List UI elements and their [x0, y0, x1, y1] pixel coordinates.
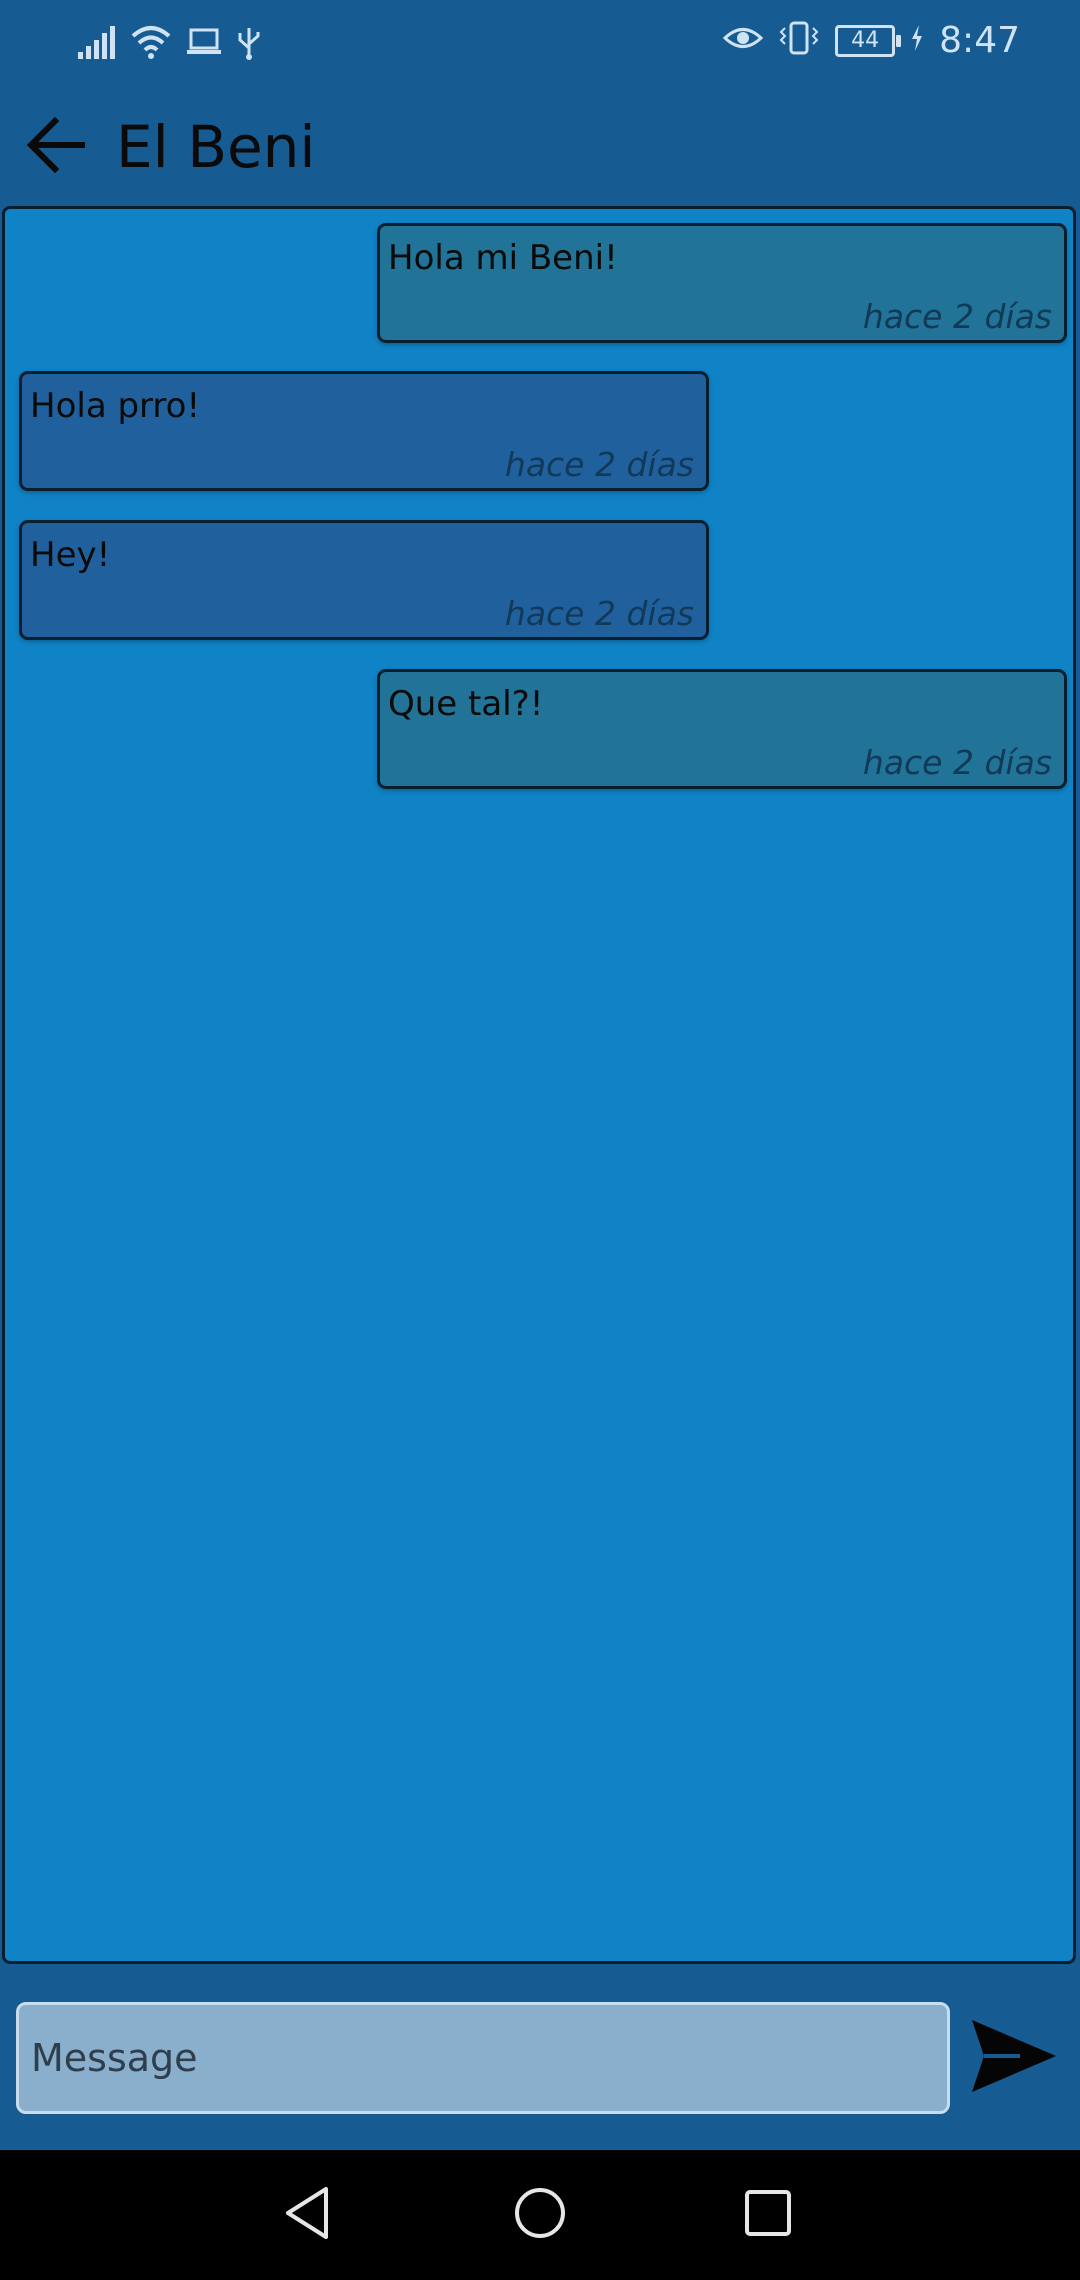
message-text: Hola mi Beni!: [388, 238, 618, 278]
triangle-back-icon: [278, 2183, 338, 2248]
usb-icon: [236, 24, 262, 65]
message-bubble-sent[interactable]: Que tal?! hace 2 días: [377, 669, 1067, 789]
chat-title: El Beni: [116, 113, 316, 181]
message-bubble-received[interactable]: Hola prro! hace 2 días: [19, 371, 709, 491]
message-timestamp: hace 2 días: [862, 297, 1052, 336]
message-text: Hola prro!: [30, 386, 201, 426]
charging-icon: [909, 23, 925, 58]
battery-indicator: 44: [835, 24, 902, 57]
arrow-left-icon: [25, 116, 89, 178]
status-bar: 44 8:47: [0, 0, 1080, 92]
eye-comfort-icon: [722, 23, 764, 58]
square-recents-icon: [738, 2183, 798, 2248]
message-bubble-sent[interactable]: Hola mi Beni! hace 2 días: [377, 223, 1067, 343]
status-time: 8:47: [939, 20, 1020, 61]
signal-icon: [76, 24, 116, 65]
status-left-icons: [76, 24, 262, 65]
message-bubble-received[interactable]: Hey! hace 2 días: [19, 520, 709, 640]
status-right-icons: 44 8:47: [722, 20, 1020, 61]
message-text: Hey!: [30, 535, 111, 575]
nav-back-button[interactable]: [273, 2180, 343, 2250]
messages-panel[interactable]: Hola mi Beni! hace 2 días Hola prro! hac…: [2, 206, 1076, 1964]
message-timestamp: hace 2 días: [504, 445, 694, 484]
wifi-icon: [130, 24, 172, 65]
app-bar: El Beni: [0, 92, 1080, 202]
back-button[interactable]: [20, 110, 94, 184]
message-input[interactable]: [16, 2002, 950, 2114]
vibrate-icon: [777, 20, 821, 61]
nav-recents-button[interactable]: [733, 2180, 803, 2250]
circle-home-icon: [510, 2183, 570, 2248]
laptop-icon: [186, 27, 222, 62]
send-icon: [970, 2018, 1058, 2099]
message-text: Que tal?!: [388, 684, 544, 724]
message-timestamp: hace 2 días: [862, 743, 1052, 782]
composer-row: [0, 1966, 1080, 2150]
nav-home-button[interactable]: [505, 2180, 575, 2250]
send-button[interactable]: [964, 2010, 1064, 2106]
message-timestamp: hace 2 días: [504, 594, 694, 633]
system-nav-bar: [0, 2150, 1080, 2280]
